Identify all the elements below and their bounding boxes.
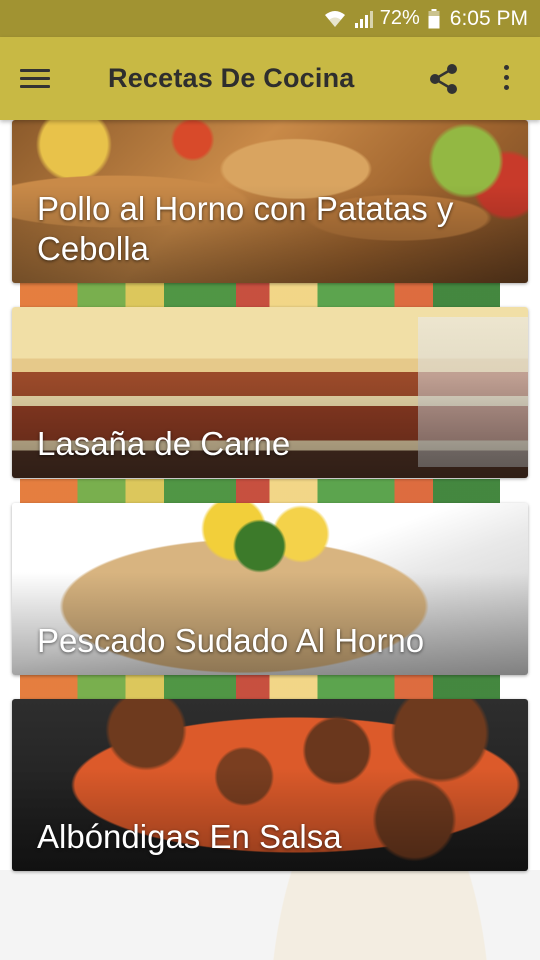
battery-icon xyxy=(428,8,440,29)
recipe-title: Lasaña de Carne xyxy=(37,425,291,462)
app-title: Recetas De Cocina xyxy=(108,63,355,93)
share-icon[interactable] xyxy=(428,63,460,95)
recipe-card[interactable]: Albóndigas En Salsa xyxy=(12,699,528,871)
wifi-icon xyxy=(324,10,346,28)
status-bar: 72% 6:05 PM xyxy=(0,0,540,37)
background-vegetable-strip xyxy=(20,283,500,309)
recipe-card[interactable]: Pollo al Horno con Patatas y Cebolla xyxy=(12,120,528,283)
more-vert-icon[interactable] xyxy=(498,65,514,93)
cell-signal-icon xyxy=(354,10,374,28)
recipe-card[interactable]: Lasaña de Carne xyxy=(12,307,528,478)
battery-percent: 72% xyxy=(379,7,420,29)
background-vegetable-strip xyxy=(20,675,500,701)
recipe-title: Pescado Sudado Al Horno xyxy=(37,622,425,659)
background-vegetable-strip xyxy=(20,479,500,505)
recipe-title: Pollo al Horno con Patatas y Cebolla xyxy=(37,190,454,267)
recipe-card[interactable]: Pescado Sudado Al Horno xyxy=(12,503,528,675)
menu-icon[interactable] xyxy=(20,65,50,91)
app-bar: Recetas De Cocina xyxy=(0,37,540,120)
recipe-title: Albóndigas En Salsa xyxy=(37,818,342,855)
clock: 6:05 PM xyxy=(449,6,528,30)
